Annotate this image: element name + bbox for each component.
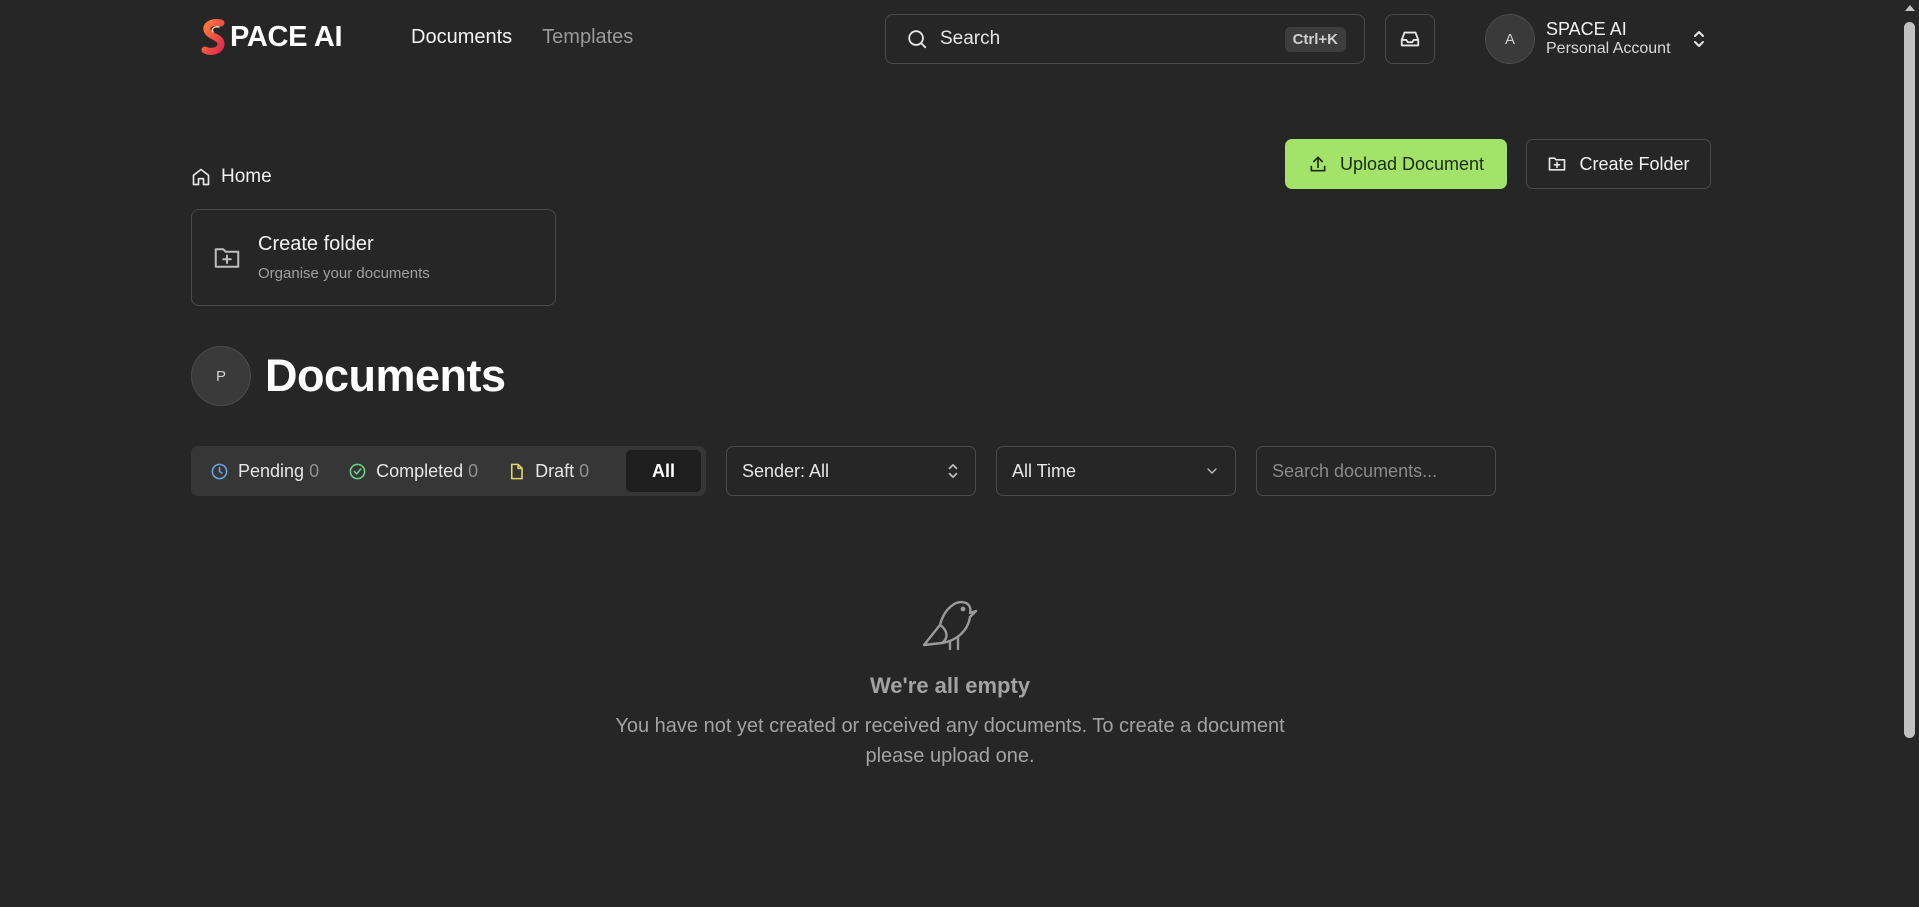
scroll-thumb[interactable] xyxy=(1904,22,1915,738)
time-select-value: All Time xyxy=(1012,460,1077,481)
breadcrumb[interactable]: Home xyxy=(191,166,272,188)
upload-icon xyxy=(1310,156,1326,172)
empty-state-description: You have not yet created or received any… xyxy=(615,715,1285,767)
page-avatar: P xyxy=(191,346,251,406)
bird-icon xyxy=(922,600,978,651)
search-shortcut: Ctrl+K xyxy=(1284,26,1346,52)
upload-document-label: Upload Document xyxy=(1339,153,1485,174)
sender-select-value: Sender: All xyxy=(742,460,830,481)
card-subtitle: Organise your documents xyxy=(258,265,430,282)
account-avatar: A xyxy=(1485,14,1535,64)
tab-completed-count: 0 xyxy=(468,460,479,481)
empty-state: We're all empty You have not yet created… xyxy=(560,595,1340,771)
account-name: SPACE AI xyxy=(1546,19,1627,40)
card-title: Create folder xyxy=(258,233,374,255)
check-circle-icon xyxy=(349,463,366,479)
time-select[interactable]: All Time xyxy=(996,446,1236,496)
tab-draft-count: 0 xyxy=(579,460,590,481)
page-heading: P Documents xyxy=(191,346,506,406)
create-folder-label: Create Folder xyxy=(1579,153,1690,174)
folder-plus-icon xyxy=(214,247,240,268)
sender-select[interactable]: Sender: All xyxy=(726,446,976,496)
page-title: Documents xyxy=(265,350,506,401)
inbox-icon xyxy=(1400,31,1420,47)
tab-pending-count: 0 xyxy=(309,460,320,481)
tab-draft-label: Draft xyxy=(535,460,575,481)
chevrons-up-down-icon xyxy=(1693,31,1704,47)
page-scrollbar[interactable] xyxy=(1900,0,1919,907)
tab-pending[interactable]: Pending 0 xyxy=(210,461,319,482)
logo-mark-icon xyxy=(201,19,225,55)
tab-completed[interactable]: Completed 0 xyxy=(348,461,478,482)
document-search-input[interactable] xyxy=(1256,446,1496,496)
inbox-button[interactable] xyxy=(1385,14,1435,64)
home-icon xyxy=(192,168,210,186)
account-switcher[interactable]: A SPACE AI Personal Account xyxy=(1485,14,1707,64)
top-header: PACE AI Documents Templates Search Ctrl+… xyxy=(0,0,1900,78)
search-icon xyxy=(908,30,927,49)
account-type: Personal Account xyxy=(1546,40,1671,58)
chevrons-up-down-icon xyxy=(948,464,958,478)
clock-icon xyxy=(211,463,228,479)
chevron-down-icon xyxy=(1207,468,1217,474)
search-label: Search xyxy=(940,28,1001,49)
tab-completed-label: Completed xyxy=(376,460,464,481)
tab-pending-label: Pending xyxy=(238,460,305,481)
global-search[interactable]: Search Ctrl+K xyxy=(885,14,1365,64)
tab-draft[interactable]: Draft 0 xyxy=(507,461,589,482)
status-tabs: Pending 0 Completed 0 Draft 0 All xyxy=(191,446,706,496)
nav-templates[interactable]: Templates xyxy=(542,26,633,49)
scroll-up-arrow-icon[interactable] xyxy=(1905,5,1915,11)
empty-state-title: We're all empty xyxy=(869,673,1031,698)
brand-name: PACE AI xyxy=(230,20,343,53)
tab-all[interactable]: All xyxy=(626,450,701,492)
upload-document-button[interactable]: Upload Document xyxy=(1285,139,1507,189)
main-nav: Documents Templates xyxy=(411,26,633,49)
brand-logo[interactable]: PACE AI xyxy=(199,18,343,56)
file-icon xyxy=(511,463,523,479)
folder-plus-icon xyxy=(1549,157,1566,171)
create-folder-card[interactable]: Create folder Organise your documents xyxy=(191,209,556,306)
breadcrumb-home: Home xyxy=(221,166,272,187)
nav-documents[interactable]: Documents xyxy=(411,26,512,49)
create-folder-button[interactable]: Create Folder xyxy=(1526,139,1711,189)
